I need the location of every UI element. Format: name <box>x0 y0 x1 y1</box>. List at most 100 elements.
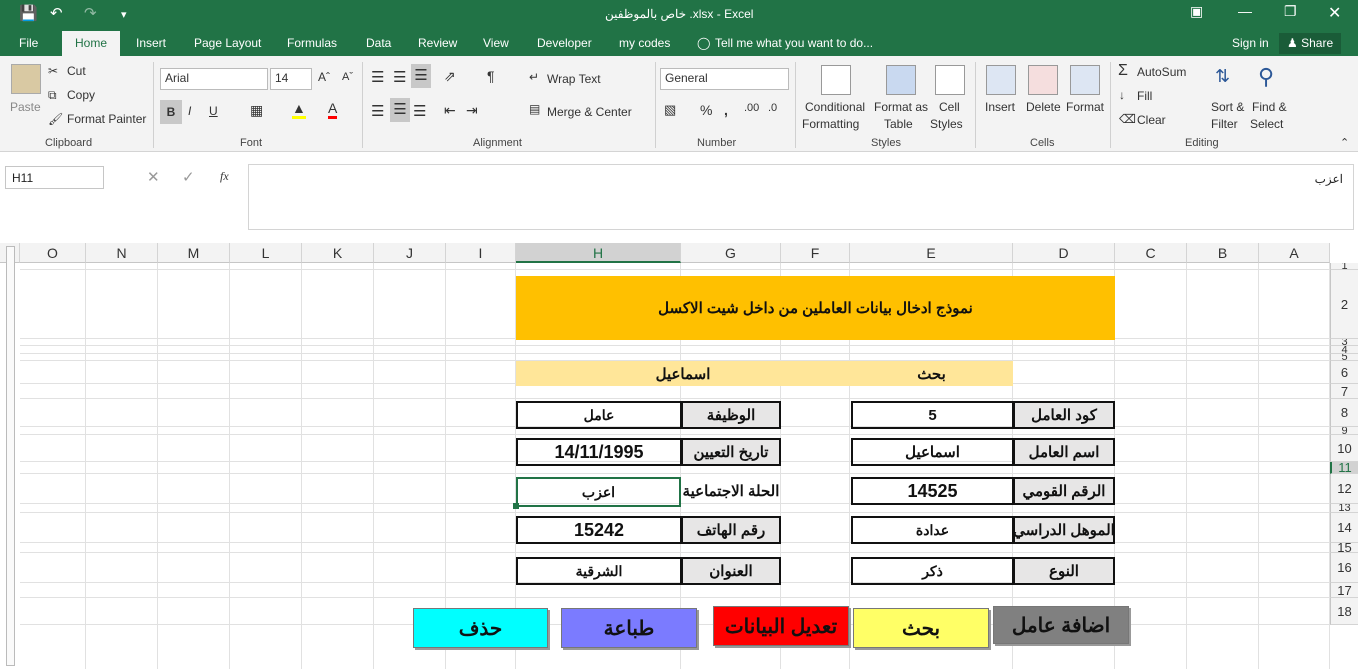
phone-cell[interactable]: 15242 <box>516 516 682 544</box>
copy-button[interactable]: Copy <box>67 88 95 102</box>
column-header-b[interactable]: B <box>1187 243 1259 263</box>
row-header-8[interactable]: 8 <box>1330 399 1358 427</box>
cut-button[interactable]: Cut <box>67 64 86 78</box>
column-header-n[interactable]: N <box>86 243 158 263</box>
cancel-icon[interactable]: ✕ <box>147 168 160 186</box>
worker-name-cell[interactable]: اسماعيل <box>851 438 1014 466</box>
worker-code-cell[interactable]: 5 <box>851 401 1014 429</box>
delete-button-sheet[interactable]: حذف <box>413 608 548 648</box>
job-cell[interactable]: عامل <box>516 401 682 429</box>
align-center-icon[interactable]: ☰ <box>390 98 410 122</box>
accounting-icon[interactable]: ▧ <box>664 102 676 118</box>
shrink-font-icon[interactable]: Aˇ <box>342 71 353 83</box>
format-painter-button[interactable]: Format Painter <box>67 112 146 126</box>
print-button[interactable]: طباعة <box>561 608 697 648</box>
column-header-f[interactable]: F <box>781 243 850 263</box>
tab-file[interactable]: File <box>19 36 38 50</box>
column-header-k[interactable]: K <box>302 243 374 263</box>
delete-button[interactable]: Delete <box>1026 100 1061 114</box>
column-header-o[interactable]: O <box>20 243 86 263</box>
column-header-l[interactable]: L <box>230 243 302 263</box>
tab-page-layout[interactable]: Page Layout <box>194 36 261 50</box>
row-header-15[interactable]: 15 <box>1330 543 1358 553</box>
row-header-16[interactable]: 16 <box>1330 553 1358 583</box>
orientation-icon[interactable]: ⇗ <box>444 68 456 85</box>
paste-icon[interactable] <box>11 64 41 94</box>
maximize-icon[interactable]: ❐ <box>1284 3 1297 20</box>
row-header-6[interactable]: 6 <box>1330 361 1358 384</box>
minimize-icon[interactable]: — <box>1238 3 1252 19</box>
formula-input[interactable]: اعزب <box>248 164 1354 230</box>
autosum-button[interactable]: AutoSum <box>1137 65 1186 79</box>
row-header-13[interactable]: 13 <box>1330 504 1358 513</box>
number-format-select[interactable]: General <box>660 68 789 90</box>
row-header-5[interactable]: 5 <box>1330 354 1358 361</box>
tab-my-codes[interactable]: my codes <box>619 36 670 50</box>
column-header-m[interactable]: M <box>158 243 230 263</box>
tab-insert[interactable]: Insert <box>136 36 166 50</box>
undo-icon[interactable]: ↶ <box>50 4 63 22</box>
align-left-icon[interactable]: ☰ <box>371 102 384 120</box>
row-header-17[interactable]: 17 <box>1330 583 1358 598</box>
column-header-g[interactable]: G <box>681 243 781 263</box>
tab-view[interactable]: View <box>483 36 509 50</box>
format-button[interactable]: Format <box>1066 100 1104 114</box>
underline-icon[interactable]: U <box>209 104 218 118</box>
align-right-icon[interactable]: ☰ <box>413 102 426 120</box>
row-header-18[interactable]: 18 <box>1330 598 1358 625</box>
name-box[interactable]: H11 <box>5 166 104 189</box>
sign-in-link[interactable]: Sign in <box>1232 36 1269 50</box>
font-name-select[interactable]: Arial <box>160 68 268 90</box>
fill-color-icon[interactable]: ▲ <box>292 100 306 119</box>
customize-qat-icon[interactable]: ▾ <box>121 8 127 21</box>
clear-button[interactable]: Clear <box>1137 113 1166 127</box>
vertical-scrollbar[interactable] <box>6 246 15 666</box>
row-header-9[interactable]: 9 <box>1330 427 1358 435</box>
tab-formulas[interactable]: Formulas <box>287 36 337 50</box>
italic-icon[interactable]: I <box>188 104 191 118</box>
column-header-j[interactable]: J <box>374 243 446 263</box>
align-top-icon[interactable]: ☰ <box>371 68 384 86</box>
tell-me-search[interactable]: Tell me what you want to do... <box>715 36 873 50</box>
wrap-text-button[interactable]: Wrap Text <box>547 72 601 86</box>
merge-center-button[interactable]: Merge & Center <box>547 105 632 119</box>
qualification-cell[interactable]: عدادة <box>851 516 1014 544</box>
row-header-1[interactable]: 1 <box>1330 263 1358 270</box>
fill-button[interactable]: Fill <box>1137 89 1152 103</box>
gender-cell[interactable]: ذكر <box>851 557 1014 585</box>
row-header-11[interactable]: 11 <box>1330 462 1358 474</box>
increase-indent-icon[interactable]: ⇥ <box>466 102 478 119</box>
hire-date-cell[interactable]: 14/11/1995 <box>516 438 682 466</box>
fill-handle[interactable] <box>513 503 519 509</box>
bold-icon[interactable]: B <box>160 100 182 124</box>
tab-review[interactable]: Review <box>418 36 457 50</box>
national-id-cell[interactable]: 14525 <box>851 477 1014 505</box>
row-header-2[interactable]: 2 <box>1330 270 1358 339</box>
align-bottom-icon[interactable]: ☰ <box>411 64 431 88</box>
address-cell[interactable]: الشرقية <box>516 557 682 585</box>
font-color-icon[interactable]: A <box>328 100 338 119</box>
collapse-ribbon-icon[interactable]: ⌃ <box>1340 136 1349 149</box>
ribbon-display-icon[interactable]: ▣ <box>1190 3 1203 20</box>
row-header-7[interactable]: 7 <box>1330 384 1358 399</box>
tab-developer[interactable]: Developer <box>537 36 592 50</box>
edit-data-button[interactable]: تعديل البيانات <box>713 606 849 646</box>
conditional-formatting-button[interactable]: Conditional <box>805 100 865 114</box>
font-size-select[interactable]: 14 <box>270 68 312 90</box>
find-select-button[interactable]: Find & <box>1252 100 1287 114</box>
column-header-c[interactable]: C <box>1115 243 1187 263</box>
decrease-decimal-icon[interactable]: .0 <box>768 102 777 114</box>
enter-icon[interactable]: ✓ <box>182 168 195 186</box>
insert-button[interactable]: Insert <box>985 100 1015 114</box>
tab-data[interactable]: Data <box>366 36 391 50</box>
add-worker-button[interactable]: اضافة عامل <box>993 606 1129 644</box>
column-header-a[interactable]: A <box>1259 243 1330 263</box>
sort-filter-button[interactable]: Sort & <box>1211 100 1244 114</box>
row-header-12[interactable]: 12 <box>1330 474 1358 504</box>
column-header-d[interactable]: D <box>1013 243 1115 263</box>
row-header-3[interactable]: 3 <box>1330 339 1358 346</box>
redo-icon[interactable]: ↷ <box>84 4 97 22</box>
decrease-indent-icon[interactable]: ⇤ <box>444 102 456 119</box>
column-header-e[interactable]: E <box>850 243 1013 263</box>
row-header-10[interactable]: 10 <box>1330 435 1358 462</box>
